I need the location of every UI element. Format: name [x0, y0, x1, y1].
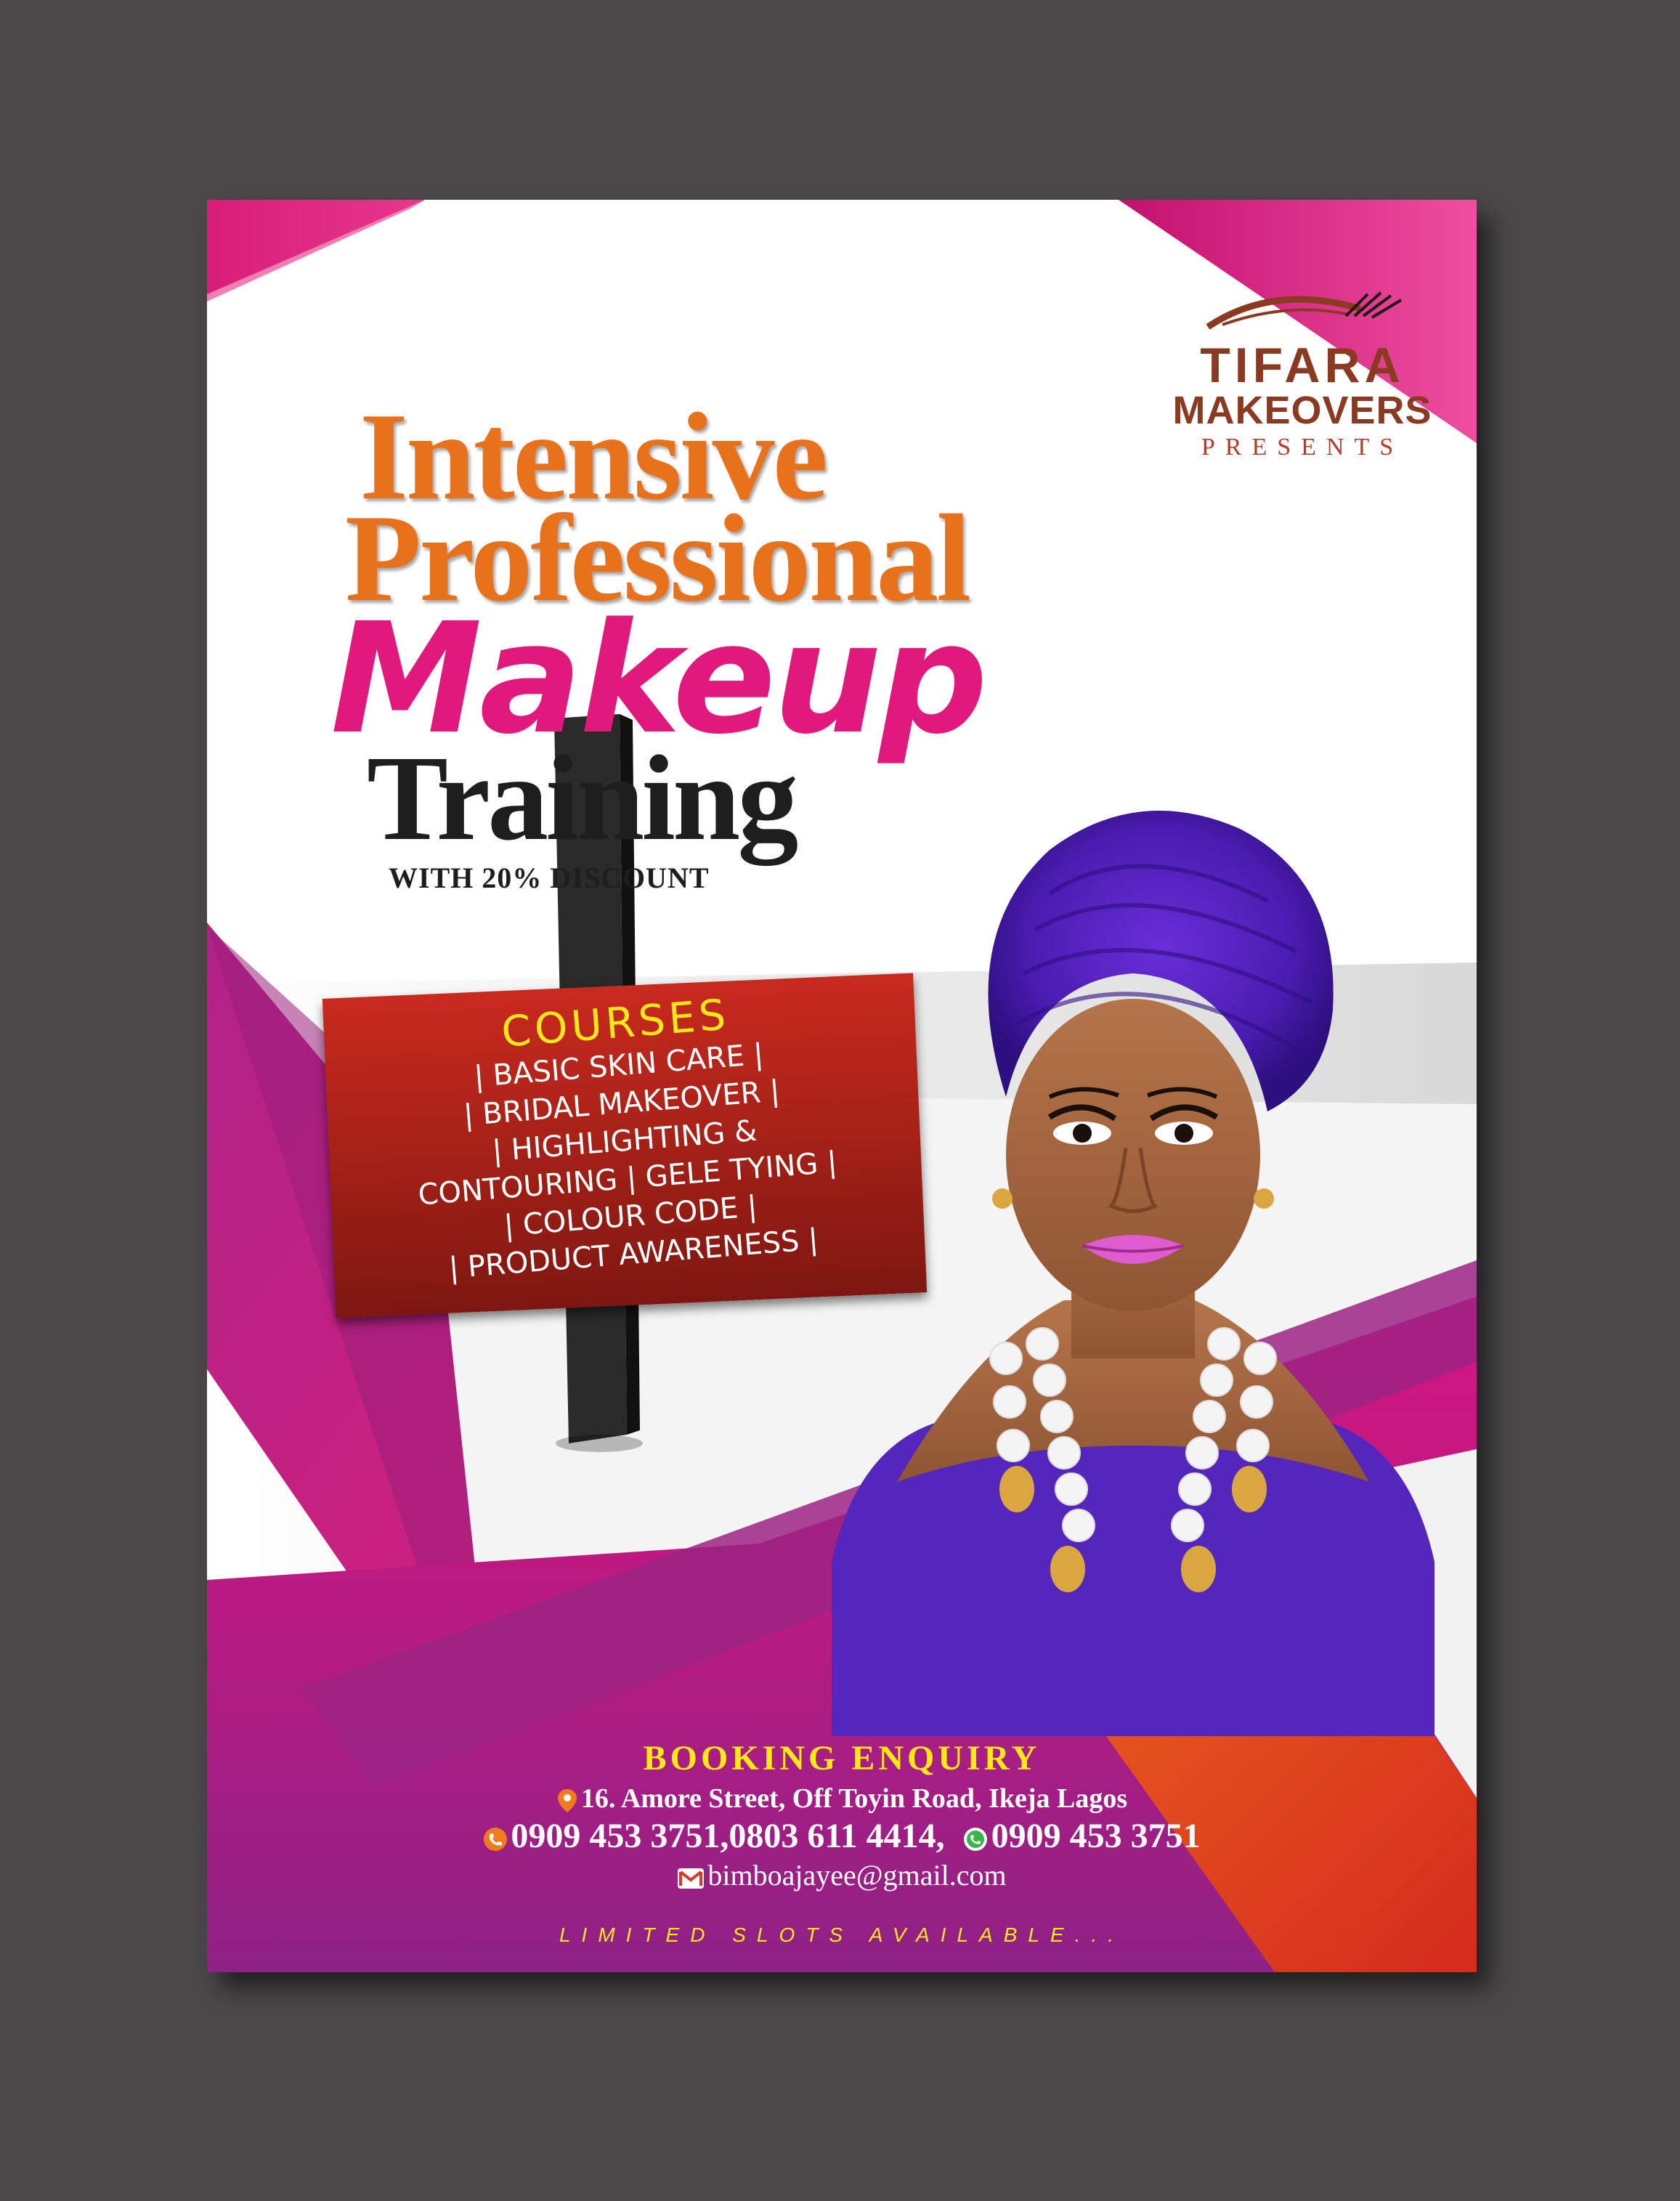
booking-phones: 0909 453 3751,0803 611 4414, 0909 453 37…: [207, 1816, 1477, 1857]
email-address[interactable]: bimboajayee@gmail.com: [707, 1859, 1006, 1892]
eye-lash-logo-icon: [1206, 291, 1403, 330]
discount-subtitle: WITH 20% DISCOUNT: [389, 862, 710, 894]
brand-logo: TIFARA MAKEOVERS PRESENTS: [1048, 280, 1477, 463]
whatsapp-number[interactable]: 0909 453 3751: [991, 1817, 1201, 1855]
booking-address: 16. Amore Street, Off Toyin Road, Ikeja …: [207, 1781, 1477, 1816]
booking-email: bimboajayee@gmail.com: [207, 1857, 1477, 1894]
gmail-icon: [678, 1868, 705, 1889]
brand-name-2: MAKEOVERS: [1172, 389, 1432, 432]
model-portrait: [832, 811, 1435, 1736]
brand-presents: PRESENTS: [1201, 434, 1404, 461]
phone-numbers[interactable]: 0909 453 3751,0803 611 4414,: [511, 1817, 944, 1855]
address-text: 16. Amore Street, Off Toyin Road, Ikeja …: [580, 1783, 1128, 1814]
phone-icon: [484, 1827, 508, 1851]
booking-heading: BOOKING ENQUIRY: [643, 1739, 1041, 1778]
brand-name: TIFARA: [1200, 338, 1405, 393]
limited-slots-note: LIMITED SLOTS AVAILABLE...: [559, 1924, 1124, 1946]
location-pin-icon: [557, 1789, 577, 1813]
headline-training: Training: [367, 731, 798, 866]
flyer: TIFARA MAKEOVERS PRESENTS Intensive Prof…: [207, 200, 1477, 1972]
whatsapp-icon: [963, 1827, 987, 1851]
booking-section: BOOKING ENQUIRY 16. Amore Street, Off To…: [207, 1736, 1477, 1947]
